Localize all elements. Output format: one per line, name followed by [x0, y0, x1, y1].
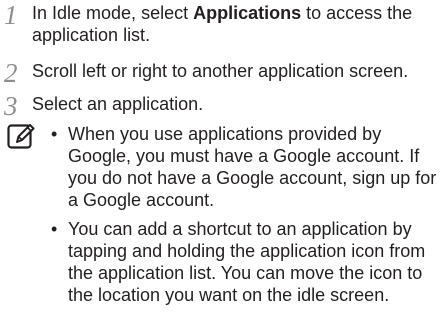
- bullet: •: [51, 124, 58, 144]
- step-text-start: In Idle mode, select: [32, 3, 194, 23]
- note-text: When you use applications provided by Go…: [68, 124, 437, 210]
- list-item: • You can add a shortcut to an applicati…: [46, 218, 438, 306]
- step-number: 3: [4, 91, 18, 121]
- applications-label: Applications: [193, 3, 302, 23]
- note-list: • When you use applications provided by …: [46, 123, 438, 313]
- step-text: Scroll left or right to another applicat…: [32, 61, 409, 81]
- bullet: •: [51, 219, 58, 239]
- step-text: In Idle mode, select Applications to acc…: [32, 2, 432, 46]
- step-number: 1: [4, 0, 18, 30]
- note-pencil-icon: [7, 124, 35, 149]
- note-text: You can add a shortcut to an application…: [68, 219, 426, 305]
- step-number: 2: [4, 58, 18, 88]
- list-item: • When you use applications provided by …: [46, 123, 438, 211]
- step-text: Select an application.: [32, 94, 204, 114]
